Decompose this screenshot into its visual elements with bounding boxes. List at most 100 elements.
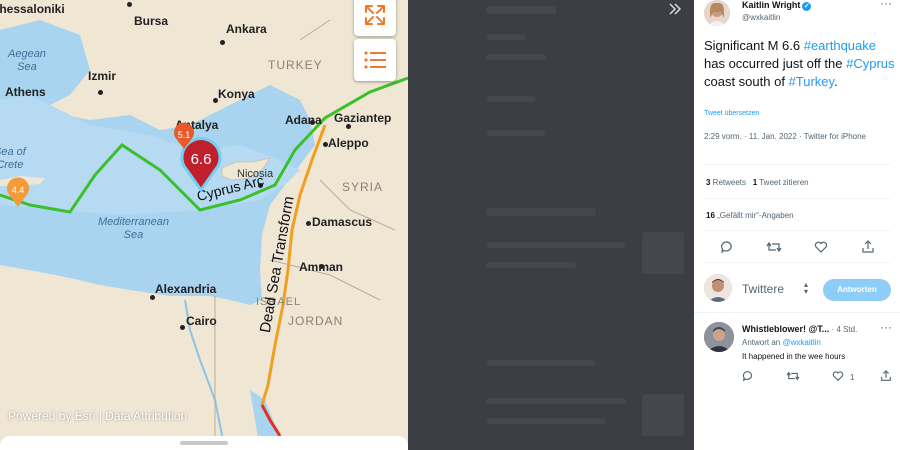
like-icon[interactable]: [832, 370, 844, 382]
sea-label: Mediterranean Sea: [98, 216, 169, 241]
verified-badge-icon: ✓: [802, 2, 812, 11]
tweet-detail-panel: Kaitlin Wright ✓ @wxkaitlin ··· Significa…: [694, 0, 900, 450]
like-icon[interactable]: [814, 240, 828, 254]
placeholder-thumb: [642, 232, 684, 274]
tweet-text-part: .: [834, 74, 838, 89]
reply-text: It happened in the wee hours: [742, 352, 846, 361]
author-handle[interactable]: @wxkaitlin: [742, 13, 780, 22]
city-dot: [127, 2, 132, 7]
tweet-meta[interactable]: 2:29 vorm. · 11. Jan. 2022 · Twitter for…: [704, 130, 884, 143]
placeholder-block: [486, 54, 546, 60]
mention-link[interactable]: @wxkaitlin: [782, 338, 820, 347]
reply-to: Antwort an @wxkaitlin: [742, 338, 821, 347]
quake-magnitude: 6.6: [191, 151, 212, 168]
city-label: Cairo: [186, 314, 217, 328]
reply-input[interactable]: Twittere: [742, 282, 784, 296]
share-icon[interactable]: [880, 370, 892, 382]
city-label: Izmir: [88, 69, 117, 83]
quake-marker-west[interactable]: 4.4: [5, 176, 31, 208]
quake-magnitude: 5.1: [178, 130, 191, 140]
translate-link[interactable]: Tweet übersetzen: [704, 110, 759, 117]
city-dot: [180, 325, 185, 330]
share-icon[interactable]: [861, 240, 875, 254]
likes-count: 16: [706, 211, 715, 220]
placeholder-thumb: [642, 394, 684, 436]
sheet-handle[interactable]: [180, 441, 228, 445]
reply-author-avatar[interactable]: [704, 322, 734, 352]
divider: [704, 262, 890, 263]
sea-label: Sea of Crete: [0, 146, 26, 171]
reply-like-count: 1: [850, 373, 855, 382]
placeholder-block: [486, 360, 596, 366]
city-dot: [220, 40, 225, 45]
quake-magnitude: 4.4: [12, 185, 25, 195]
placeholder-block: [486, 418, 606, 424]
reply-to-label: Antwort an: [742, 338, 783, 347]
likes-label: „Gefällt mir“-Angaben: [714, 211, 794, 220]
dimmed-timeline: [408, 0, 694, 450]
city-dot: [98, 90, 103, 95]
placeholder-block: [486, 34, 526, 40]
author-name-text: Kaitlin Wright: [742, 0, 801, 10]
retweet-quote-stats[interactable]: 3 Retweets 1 Tweet zitieren: [706, 178, 809, 187]
retweet-label: Retweets: [710, 178, 747, 187]
reply-header[interactable]: Whistleblower! @T... · 4 Std.: [742, 324, 857, 334]
tweet-text-part: has occurred just off the: [704, 56, 847, 71]
reply-button[interactable]: Antworten: [823, 279, 891, 301]
reply-author-name: Whistleblower! @T...: [742, 324, 830, 334]
divider: [694, 312, 900, 313]
placeholder-block: [486, 208, 596, 216]
hashtag-link[interactable]: #Turkey: [789, 74, 835, 89]
city-label: Thessaloniki: [0, 2, 65, 16]
placeholder-block: [486, 130, 546, 136]
city-dot: [306, 221, 311, 226]
divider: [704, 230, 890, 231]
reply-icon[interactable]: [720, 240, 734, 254]
placeholder-block: [486, 242, 626, 248]
retweet-icon[interactable]: [786, 370, 800, 382]
list-button[interactable]: [354, 39, 396, 81]
retweet-icon[interactable]: [766, 240, 782, 254]
placeholder-block: [486, 96, 536, 102]
tweet-text-part: coast south of: [704, 74, 789, 89]
author-name[interactable]: Kaitlin Wright ✓: [742, 0, 812, 11]
hashtag-link[interactable]: #Cyprus: [846, 56, 894, 71]
hashtag-link[interactable]: #earthquake: [804, 38, 876, 53]
tweet-text: Significant M 6.6 #earthquake has occurr…: [704, 37, 896, 91]
divider: [704, 164, 890, 165]
city-label: Alexandria: [155, 282, 217, 296]
more-options-icon[interactable]: ···: [880, 0, 892, 10]
city-label: Ankara: [226, 22, 267, 36]
tweet-text-part: Significant M 6.6: [704, 38, 804, 53]
divider: [704, 198, 890, 199]
country-label: TURKEY: [268, 58, 323, 72]
likes-stats[interactable]: 16 „Gefällt mir“-Angaben: [706, 211, 794, 220]
city-label: Amman: [299, 260, 344, 274]
city-label: Athens: [5, 85, 46, 99]
author-avatar[interactable]: [704, 0, 730, 26]
double-chevron-right-icon[interactable]: [668, 2, 682, 16]
placeholder-block: [486, 398, 626, 404]
placeholder-block: [486, 262, 576, 268]
sea-label: Aegean Sea: [8, 48, 46, 73]
city-label: Konya: [218, 87, 255, 101]
quote-label: Tweet zitieren: [757, 178, 809, 187]
city-label: Gaziantep: [334, 111, 392, 125]
city-label: Bursa: [134, 14, 169, 28]
city-label: Damascus: [312, 215, 373, 229]
map-attribution[interactable]: Powered by Esri | Data Attribution: [8, 409, 187, 423]
expand-button[interactable]: [354, 0, 396, 36]
reply-icon[interactable]: [742, 370, 754, 382]
chevron-updown-icon[interactable]: ▴ ▾: [804, 281, 808, 296]
earthquake-map[interactable]: Thessaloniki Bursa Ankara Izmir Konya At…: [0, 0, 408, 450]
city-label: Aleppo: [328, 136, 369, 150]
country-label: JORDAN: [288, 314, 344, 328]
list-icon: [364, 51, 386, 69]
reply-time: · 4 Std.: [829, 325, 858, 334]
quake-marker-secondary[interactable]: 5.1: [172, 122, 196, 150]
city-label: Adana: [285, 113, 322, 127]
expand-arrows-icon: [365, 5, 385, 25]
placeholder-block: [486, 6, 556, 14]
current-user-avatar[interactable]: [704, 274, 732, 302]
more-options-icon[interactable]: ···: [880, 320, 892, 334]
